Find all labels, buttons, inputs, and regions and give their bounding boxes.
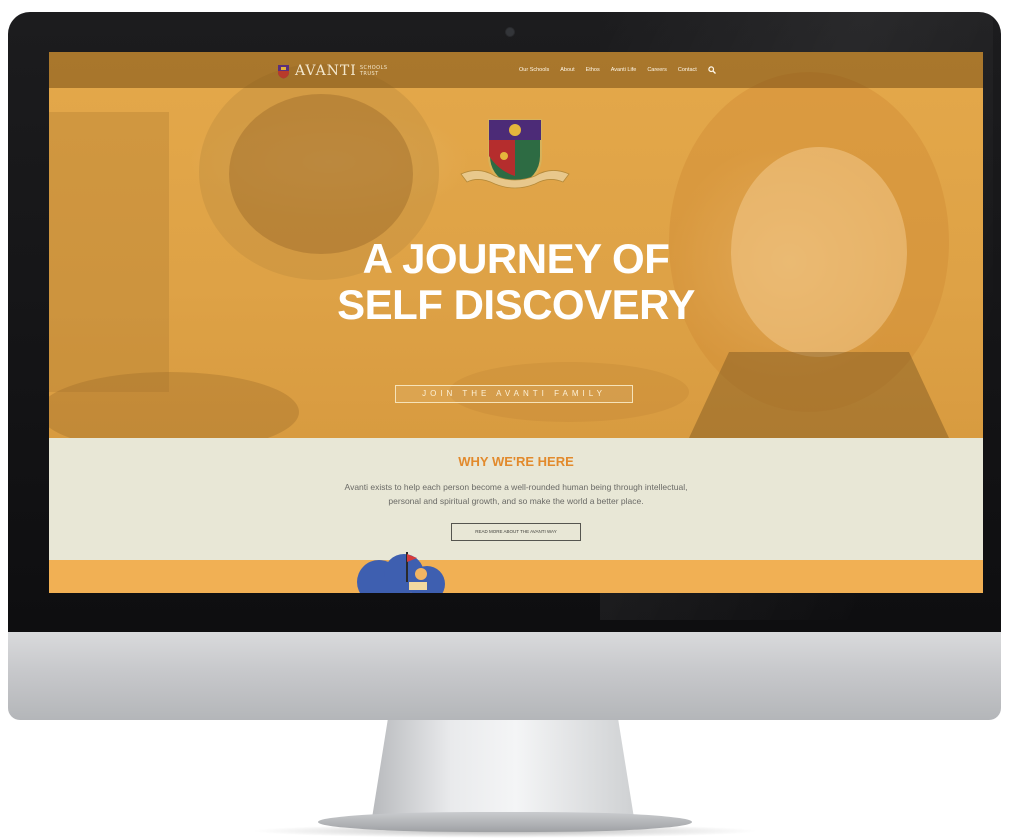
why-body-line1: Avanti exists to help each person become… [344,482,688,492]
search-icon[interactable] [708,66,716,74]
nav-contact[interactable]: Contact [678,67,697,73]
site-header [49,52,983,88]
nav-ethos[interactable]: Ethos [586,67,600,73]
why-section: WHY WE'RE HERE Avanti exists to help eac… [49,438,983,560]
why-title: WHY WE'RE HERE [458,454,574,469]
hero-section: AVANTI SCHOOLS TRUST Our Schools About E… [49,52,983,438]
main-nav: Our Schools About Ethos Avanti Life Care… [519,66,716,74]
why-body: Avanti exists to help each person become… [289,480,743,508]
hero-headline-line1: A JOURNEY OF [362,235,670,282]
logo-subtitle: SCHOOLS TRUST [360,65,388,77]
logo-sub-trust: TRUST [359,71,379,77]
illustration-cloud [357,552,445,593]
site-logo[interactable]: AVANTI SCHOOLS TRUST [277,62,388,80]
nav-careers[interactable]: Careers [647,67,667,73]
monitor-stand-neck [372,720,634,818]
why-body-line2: personal and spiritual growth, and so ma… [388,496,644,506]
nav-our-schools[interactable]: Our Schools [519,67,549,73]
join-family-button[interactable]: JOIN THE AVANTI FAMILY [395,385,633,403]
hero-headline: A JOURNEY OF SELF DISCOVERY [49,236,983,328]
nav-about[interactable]: About [560,67,574,73]
website-screen: AVANTI SCHOOLS TRUST Our Schools About E… [49,52,983,593]
shield-icon [278,64,289,78]
orange-band [49,560,983,593]
camera-icon [506,28,514,36]
monitor-stand-foot [318,812,692,832]
crest-icon [460,119,570,190]
hero-headline-line2: SELF DISCOVERY [337,281,695,328]
nav-avanti-life[interactable]: Avanti Life [611,67,637,73]
read-more-button[interactable]: READ MORE ABOUT THE AVANTI WAY [451,523,581,541]
monitor-chin [8,632,1001,720]
logo-text: AVANTI [295,63,357,79]
